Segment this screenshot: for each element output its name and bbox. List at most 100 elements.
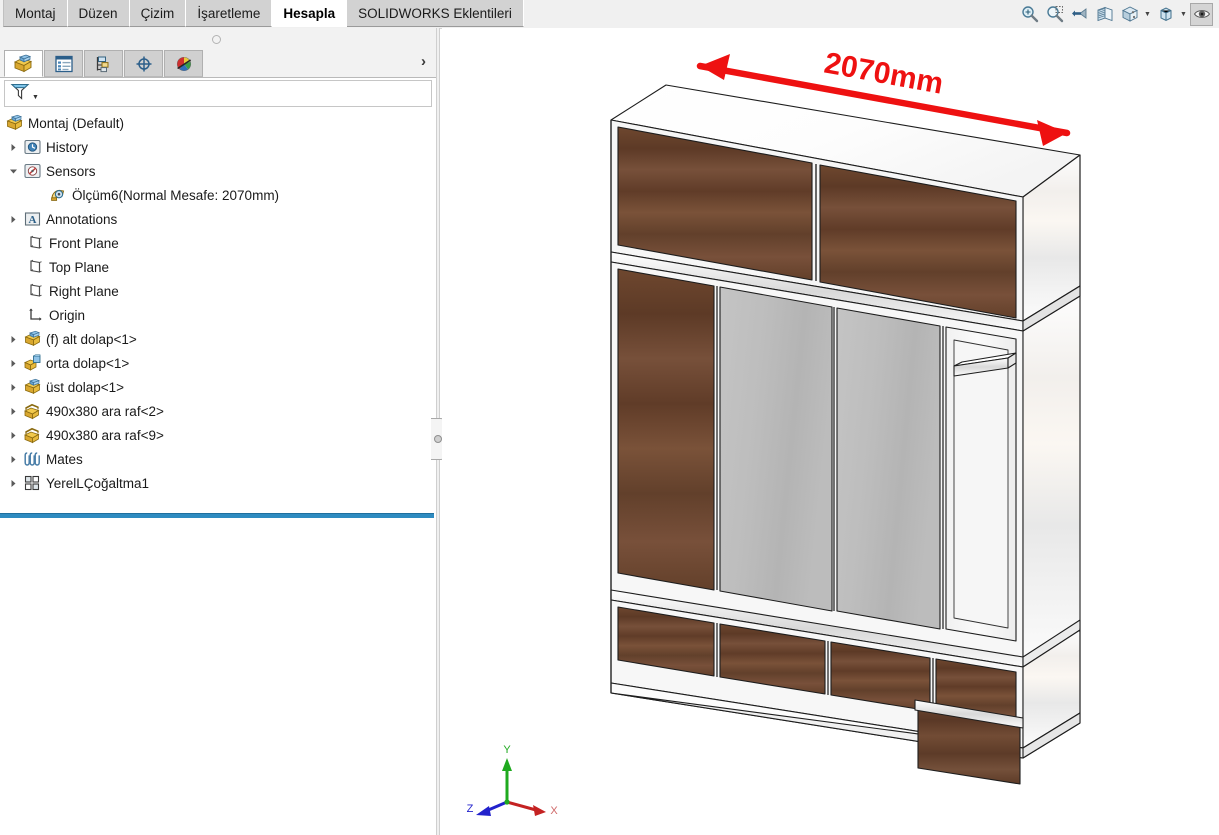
ribbon-tab-isaretleme[interactable]: İşaretleme: [186, 0, 273, 27]
zoom-to-fit-button[interactable]: [1018, 3, 1041, 26]
tree-item-label: YerelLÇoğaltma1: [46, 475, 150, 491]
display-manager-tab[interactable]: [164, 50, 203, 77]
tree-item-sensors[interactable]: Sensors: [0, 159, 436, 183]
ribbon-tab-solidworks-eklentileri[interactable]: SOLIDWORKS Eklentileri: [347, 0, 524, 27]
tree-item-ara-raf-2[interactable]: 490x380 ara raf<2>: [0, 399, 436, 423]
measure-sensor-icon: [48, 183, 69, 207]
tree-item-history[interactable]: History: [0, 135, 436, 159]
subassembly-icon: [22, 351, 43, 375]
tree-item-origin[interactable]: Origin: [0, 303, 436, 327]
tree-item-top-plane[interactable]: Top Plane: [0, 255, 436, 279]
section-view-button[interactable]: [1093, 3, 1116, 26]
tree-item-yerel-cogaltma1[interactable]: YerelLÇoğaltma1: [0, 471, 436, 495]
tree-item-right-plane[interactable]: Right Plane: [0, 279, 436, 303]
ribbon-tab-label: İşaretleme: [197, 5, 261, 21]
previous-view-icon: [1071, 8, 1086, 19]
dimxpert-manager-tab[interactable]: [124, 50, 163, 77]
tree-root-row[interactable]: Montaj (Default): [0, 111, 436, 135]
yellow-cube-icon: [13, 54, 33, 72]
chevron-right-icon[interactable]: [4, 471, 22, 495]
crosshair-icon: [136, 56, 151, 71]
tree-filter-bar[interactable]: ▼: [4, 80, 432, 107]
assembly-icon: [4, 111, 25, 135]
tree-item-ara-raf-9[interactable]: 490x380 ara raf<9>: [0, 423, 436, 447]
feature-manager-tab[interactable]: [4, 50, 43, 77]
chevron-right-icon[interactable]: [4, 423, 22, 447]
ribbon-tab-duzen[interactable]: Düzen: [67, 0, 130, 27]
filter-funnel-icon: [9, 80, 31, 107]
color-wheel-icon: [176, 56, 191, 71]
filter-dropdown-caret[interactable]: ▼: [32, 94, 39, 101]
chevron-right-icon[interactable]: [4, 375, 22, 399]
tree-item-label: Mates: [46, 451, 83, 467]
collapse-handle-dot: [433, 435, 442, 443]
tree-item-annotations[interactable]: A Annotations: [0, 207, 436, 231]
tree-item-label: orta dolap<1>: [46, 355, 130, 371]
origin-icon: [25, 303, 46, 327]
tree-item-label: Front Plane: [49, 235, 119, 251]
previous-view-button[interactable]: [1068, 3, 1091, 26]
panel-expand-arrow[interactable]: ›: [421, 53, 426, 70]
ribbon-tab-label: Hesapla: [283, 5, 336, 21]
sheetmetal-part-icon: [22, 399, 43, 423]
ribbon-tab-label: Montaj: [15, 5, 56, 21]
tree-item-ust-dolap[interactable]: üst dolap<1>: [0, 375, 436, 399]
annotations-folder-icon: A: [22, 207, 43, 231]
tree-item-mates[interactable]: Mates: [0, 447, 436, 471]
tree-item-label: Sensors: [46, 163, 96, 179]
rollback-bar[interactable]: [0, 513, 434, 518]
zoom-to-fit-icon: [1021, 6, 1038, 23]
local-pattern-icon: [22, 471, 43, 495]
chevron-right-icon[interactable]: [4, 207, 22, 231]
tree-item-label: Ölçüm6(Normal Mesafe: 2070mm): [72, 187, 280, 203]
ribbon-tab-label: SOLIDWORKS Eklentileri: [358, 5, 512, 21]
coordinate-triad: Y X Z: [462, 740, 562, 820]
ribbon-tab-label: Çizim: [140, 5, 175, 21]
triad-label-x: X: [550, 805, 558, 817]
tree-item-alt-dolap[interactable]: (f) alt dolap<1>: [0, 327, 436, 351]
history-folder-icon: [22, 135, 43, 159]
triad-label-z: Z: [467, 803, 474, 815]
tree-item-label: üst dolap<1>: [46, 379, 125, 395]
chevron-down-icon[interactable]: [4, 159, 22, 183]
graphics-viewport[interactable]: 2070mm 2070mm Y X Z: [442, 28, 1219, 835]
display-style-dropdown[interactable]: ▼: [1179, 3, 1188, 26]
tree-item-olcum6[interactable]: Ölçüm6(Normal Mesafe: 2070mm): [0, 183, 436, 207]
plane-icon: [25, 279, 46, 303]
view-orientation-icon: [1121, 6, 1138, 22]
tree-filter-input[interactable]: [38, 85, 431, 102]
plane-icon: [25, 255, 46, 279]
display-style-button[interactable]: [1154, 3, 1177, 26]
configuration-manager-tab[interactable]: [84, 50, 123, 77]
property-list-icon: [54, 55, 73, 72]
chevron-right-icon[interactable]: [4, 447, 22, 471]
hide-show-items-button[interactable]: [1190, 2, 1213, 26]
tree-item-label: 490x380 ara raf<9>: [46, 427, 164, 443]
plane-icon: [25, 231, 46, 255]
zoom-to-area-icon: [1046, 6, 1063, 23]
chevron-right-icon[interactable]: [4, 135, 22, 159]
tree-item-label: (f) alt dolap<1>: [46, 331, 137, 347]
tree-item-orta-dolap[interactable]: orta dolap<1>: [0, 351, 436, 375]
view-orientation-button[interactable]: [1118, 3, 1141, 26]
ribbon-tab-hesapla[interactable]: Hesapla: [272, 0, 348, 27]
panel-tab-strip: ›: [0, 49, 436, 78]
ribbon-tabs: Montaj Düzen Çizim İşaretleme Hesapla SO…: [3, 0, 524, 28]
ribbon-tab-cizim[interactable]: Çizim: [129, 0, 187, 27]
panel-grip-bar[interactable]: [0, 28, 436, 50]
solidworks-window: Montaj Düzen Çizim İşaretleme Hesapla SO…: [0, 0, 1219, 835]
tree-item-label: Origin: [49, 307, 86, 323]
configuration-icon: [96, 56, 108, 72]
tree-item-front-plane[interactable]: Front Plane: [0, 231, 436, 255]
ribbon-tab-bar: Montaj Düzen Çizim İşaretleme Hesapla SO…: [0, 0, 1219, 29]
chevron-right-icon[interactable]: [4, 351, 22, 375]
chevron-right-icon[interactable]: [4, 327, 22, 351]
tree-root-label: Montaj (Default): [28, 115, 125, 131]
view-orientation-dropdown[interactable]: ▼: [1143, 3, 1152, 26]
ribbon-tab-montaj[interactable]: Montaj: [3, 0, 68, 27]
mates-folder-icon: [22, 447, 43, 471]
zoom-to-area-button[interactable]: [1043, 3, 1066, 26]
property-manager-tab[interactable]: [44, 50, 83, 77]
chevron-right-icon[interactable]: [4, 399, 22, 423]
display-style-icon: [1160, 7, 1171, 22]
